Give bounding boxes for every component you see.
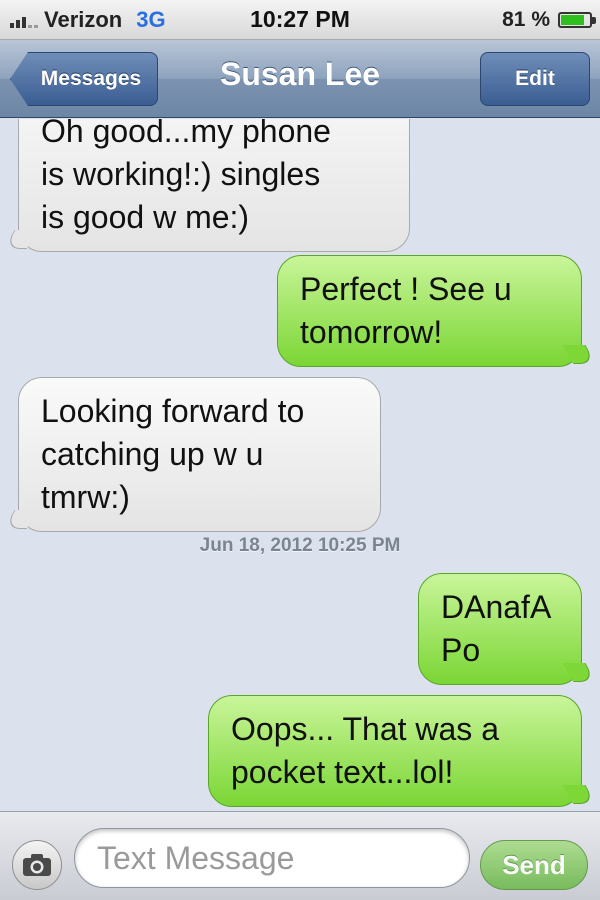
- send-button[interactable]: Send: [480, 840, 588, 890]
- incoming-message-bubble[interactable]: Looking forward to catching up w u tmrw:…: [18, 377, 381, 532]
- camera-icon: [23, 854, 51, 876]
- battery-percent: 81 %: [502, 8, 550, 31]
- conversation-thread[interactable]: Oh good...my phone is working!:) singles…: [0, 119, 600, 811]
- status-right: 81 %: [502, 8, 596, 32]
- battery-icon: [558, 12, 596, 28]
- text-message-input[interactable]: [74, 828, 470, 888]
- message-input-bar: Send: [0, 811, 600, 900]
- message-text: DAnafA Po: [441, 589, 552, 668]
- battery-level-fill: [561, 15, 584, 25]
- status-bar: Verizon 3G 10:27 PM 81 %: [0, 0, 600, 40]
- camera-button[interactable]: [12, 840, 62, 890]
- message-text: Oh good...my phone is working!:) singles…: [41, 119, 331, 235]
- outgoing-message-bubble[interactable]: Perfect ! See u tomorrow!: [277, 255, 582, 367]
- navigation-bar: Messages Susan Lee Edit: [0, 40, 600, 118]
- back-to-messages-button[interactable]: Messages: [10, 52, 158, 106]
- message-text: Oops... That was a pocket text...lol!: [231, 711, 499, 790]
- incoming-message-bubble[interactable]: Oh good...my phone is working!:) singles…: [18, 119, 410, 252]
- message-text: Looking forward to catching up w u tmrw:…: [41, 393, 305, 515]
- outgoing-message-bubble[interactable]: Oops... That was a pocket text...lol!: [208, 695, 582, 807]
- edit-button[interactable]: Edit: [480, 52, 590, 106]
- outgoing-message-bubble[interactable]: DAnafA Po: [418, 573, 582, 685]
- message-text: Perfect ! See u tomorrow!: [300, 271, 512, 350]
- message-timestamp: Jun 18, 2012 10:25 PM: [199, 535, 401, 556]
- conversation-title: Susan Lee: [219, 56, 381, 92]
